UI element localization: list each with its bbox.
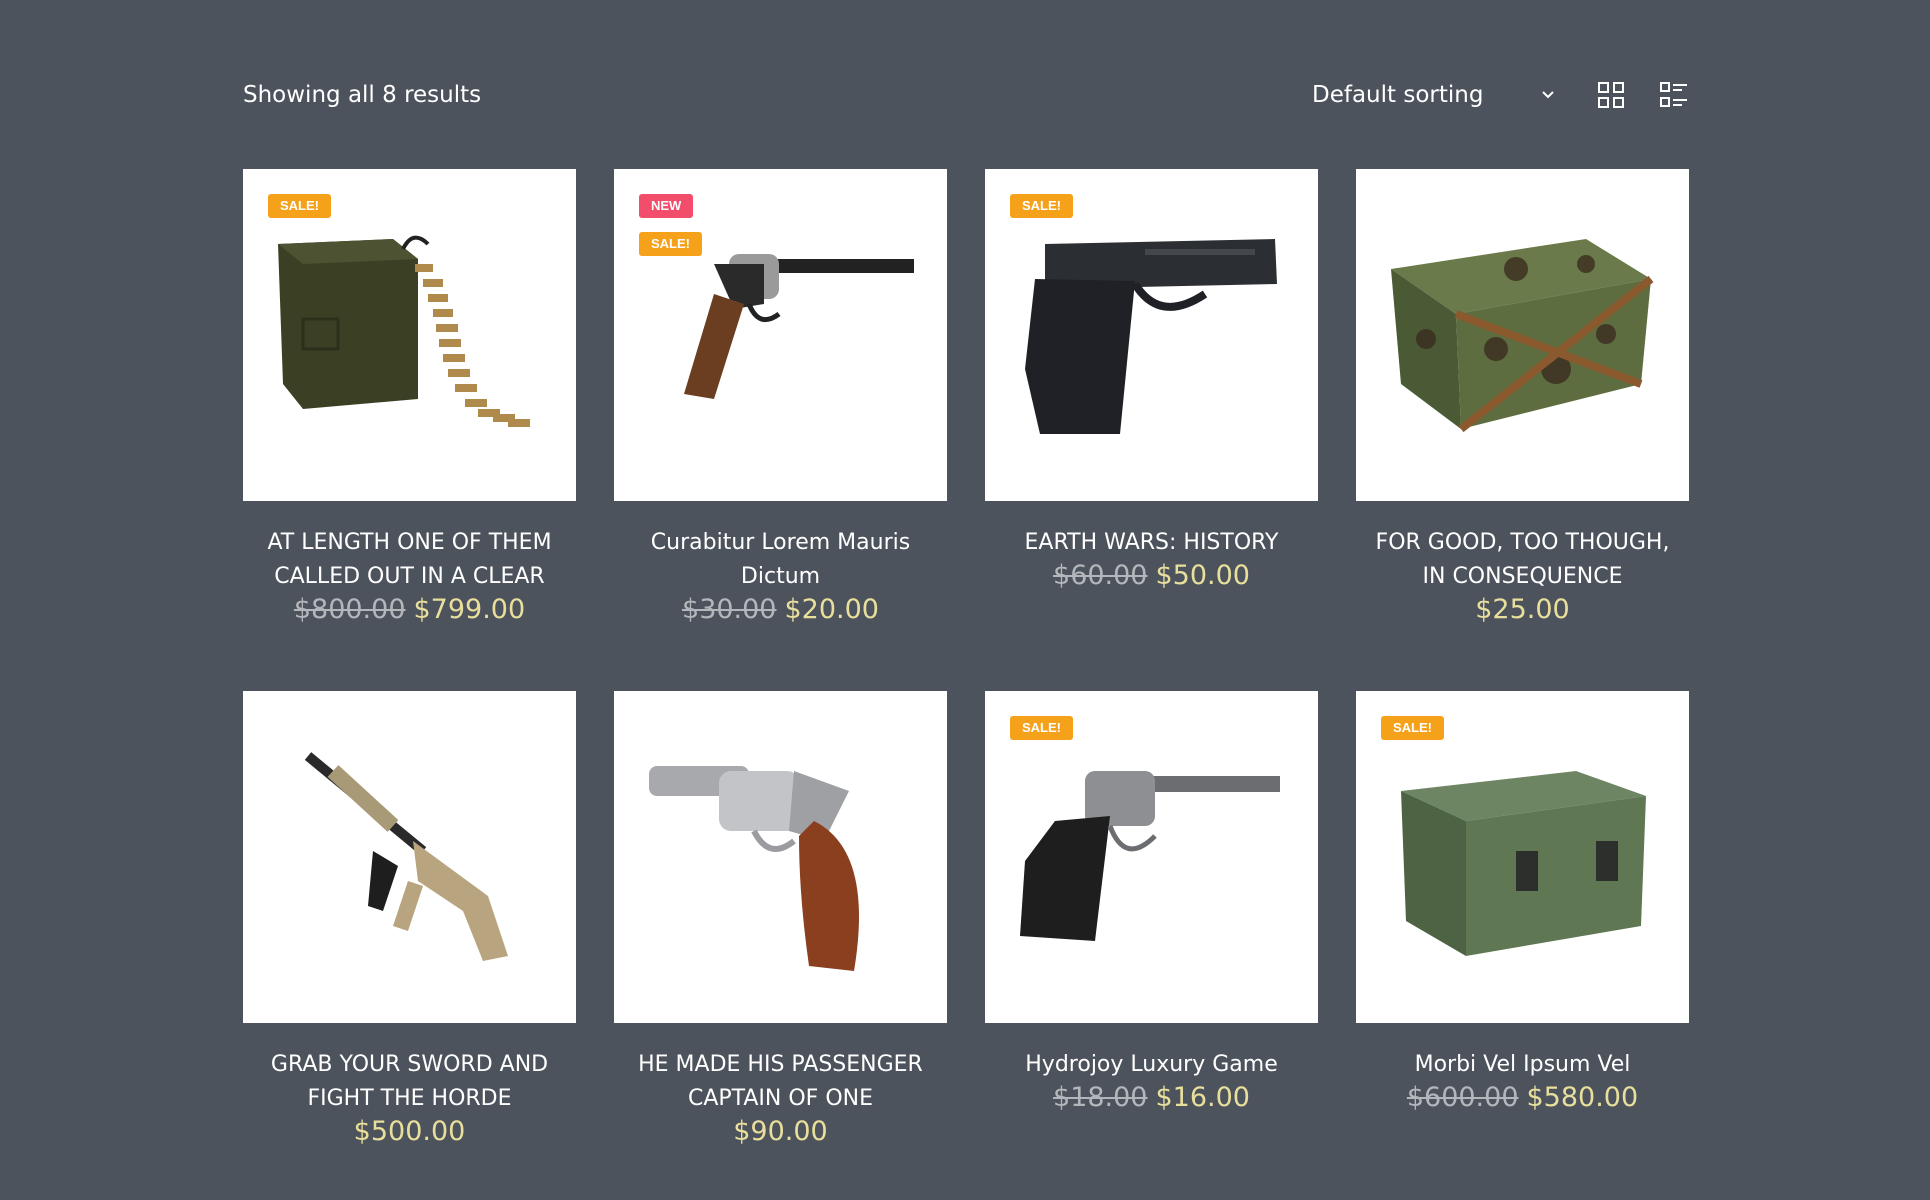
current-price: $25.00 xyxy=(1475,594,1570,625)
product-card: SALE! AT LENGTH ONE OF THEM CALLED OUT I… xyxy=(243,169,576,669)
current-price: $799.00 xyxy=(413,594,526,625)
product-price: $90.00 xyxy=(614,1116,947,1147)
old-revolver-image xyxy=(1020,771,1280,941)
product-title[interactable]: Morbi Vel Ipsum Vel xyxy=(1362,1048,1683,1082)
product-title[interactable]: GRAB YOUR SWORD AND FIGHT THE HORDE xyxy=(249,1048,570,1116)
product-title[interactable]: FOR GOOD, TOO THOUGH, IN CONSEQUENCE xyxy=(1362,526,1683,594)
product-image-link[interactable] xyxy=(614,691,947,1023)
product-price: $25.00 xyxy=(1356,594,1689,625)
product-title[interactable]: AT LENGTH ONE OF THEM CALLED OUT IN A CL… xyxy=(249,526,570,594)
product-card: NEW SALE! Curabitur Lorem Mauris Dictum … xyxy=(614,169,947,669)
product-image-link[interactable]: SALE! xyxy=(243,169,576,501)
product-price: $18.00 $16.00 xyxy=(985,1082,1318,1113)
product-price: $600.00 $580.00 xyxy=(1356,1082,1689,1113)
rifle-image xyxy=(304,752,508,961)
product-image-link[interactable] xyxy=(243,691,576,1023)
current-price: $500.00 xyxy=(353,1116,466,1147)
product-card: FOR GOOD, TOO THOUGH, IN CONSEQUENCE $25… xyxy=(1356,169,1689,669)
product-price: $800.00 $799.00 xyxy=(243,594,576,625)
sale-badge: SALE! xyxy=(1010,194,1073,218)
product-title[interactable]: Curabitur Lorem Mauris Dictum xyxy=(620,526,941,594)
product-title[interactable]: HE MADE HIS PASSENGER CAPTAIN OF ONE xyxy=(620,1048,941,1116)
sorting-select[interactable]: Default sorting xyxy=(1312,76,1558,116)
pistol-image xyxy=(1025,239,1277,434)
product-card: SALE! EARTH WARS: HISTORY $60.00 $50.00 xyxy=(985,169,1318,669)
grid-view-icon[interactable] xyxy=(1598,82,1624,108)
old-price: $18.00 xyxy=(1053,1082,1148,1113)
sale-badge: SALE! xyxy=(268,194,331,218)
snub-revolver-image xyxy=(649,766,859,971)
sorting-label: Default sorting xyxy=(1312,82,1484,108)
current-price: $580.00 xyxy=(1526,1082,1639,1113)
camo-crate-image xyxy=(1391,239,1654,433)
product-card: GRAB YOUR SWORD AND FIGHT THE HORDE $500… xyxy=(243,691,576,1191)
product-image-link[interactable]: NEW SALE! xyxy=(614,169,947,501)
revolver-image xyxy=(684,254,914,399)
product-image-link[interactable]: SALE! xyxy=(1356,691,1689,1023)
old-price: $800.00 xyxy=(293,594,406,625)
old-price: $30.00 xyxy=(682,594,777,625)
shop-toolbar: Showing all 8 results Default sorting xyxy=(243,76,1689,116)
sale-badge: SALE! xyxy=(1381,716,1444,740)
product-image-link[interactable] xyxy=(1356,169,1689,501)
current-price: $50.00 xyxy=(1155,560,1250,591)
ammo-can-image xyxy=(278,235,530,427)
current-price: $20.00 xyxy=(784,594,879,625)
product-price: $30.00 $20.00 xyxy=(614,594,947,625)
product-price: $500.00 xyxy=(243,1116,576,1147)
sale-badge: SALE! xyxy=(639,232,702,256)
product-card: SALE! Morbi Vel Ipsum Vel $600.00 $580.00 xyxy=(1356,691,1689,1191)
list-view-icon[interactable] xyxy=(1660,82,1688,108)
result-count: Showing all 8 results xyxy=(243,82,482,108)
product-price: $60.00 $50.00 xyxy=(985,560,1318,591)
product-title[interactable]: EARTH WARS: HISTORY xyxy=(991,526,1312,560)
product-card: SALE! Hydrojoy Luxury Game $18.00 $16.00 xyxy=(985,691,1318,1191)
current-price: $16.00 xyxy=(1155,1082,1250,1113)
product-image-link[interactable]: SALE! xyxy=(985,691,1318,1023)
product-title[interactable]: Hydrojoy Luxury Game xyxy=(991,1048,1312,1082)
sale-badge: SALE! xyxy=(1010,716,1073,740)
new-badge: NEW xyxy=(639,194,694,218)
current-price: $90.00 xyxy=(733,1116,828,1147)
old-price: $600.00 xyxy=(1406,1082,1519,1113)
product-card: HE MADE HIS PASSENGER CAPTAIN OF ONE $90… xyxy=(614,691,947,1191)
chevron-down-icon xyxy=(1542,91,1554,99)
old-price: $60.00 xyxy=(1053,560,1148,591)
product-image-link[interactable]: SALE! xyxy=(985,169,1318,501)
green-case-image xyxy=(1401,771,1646,956)
